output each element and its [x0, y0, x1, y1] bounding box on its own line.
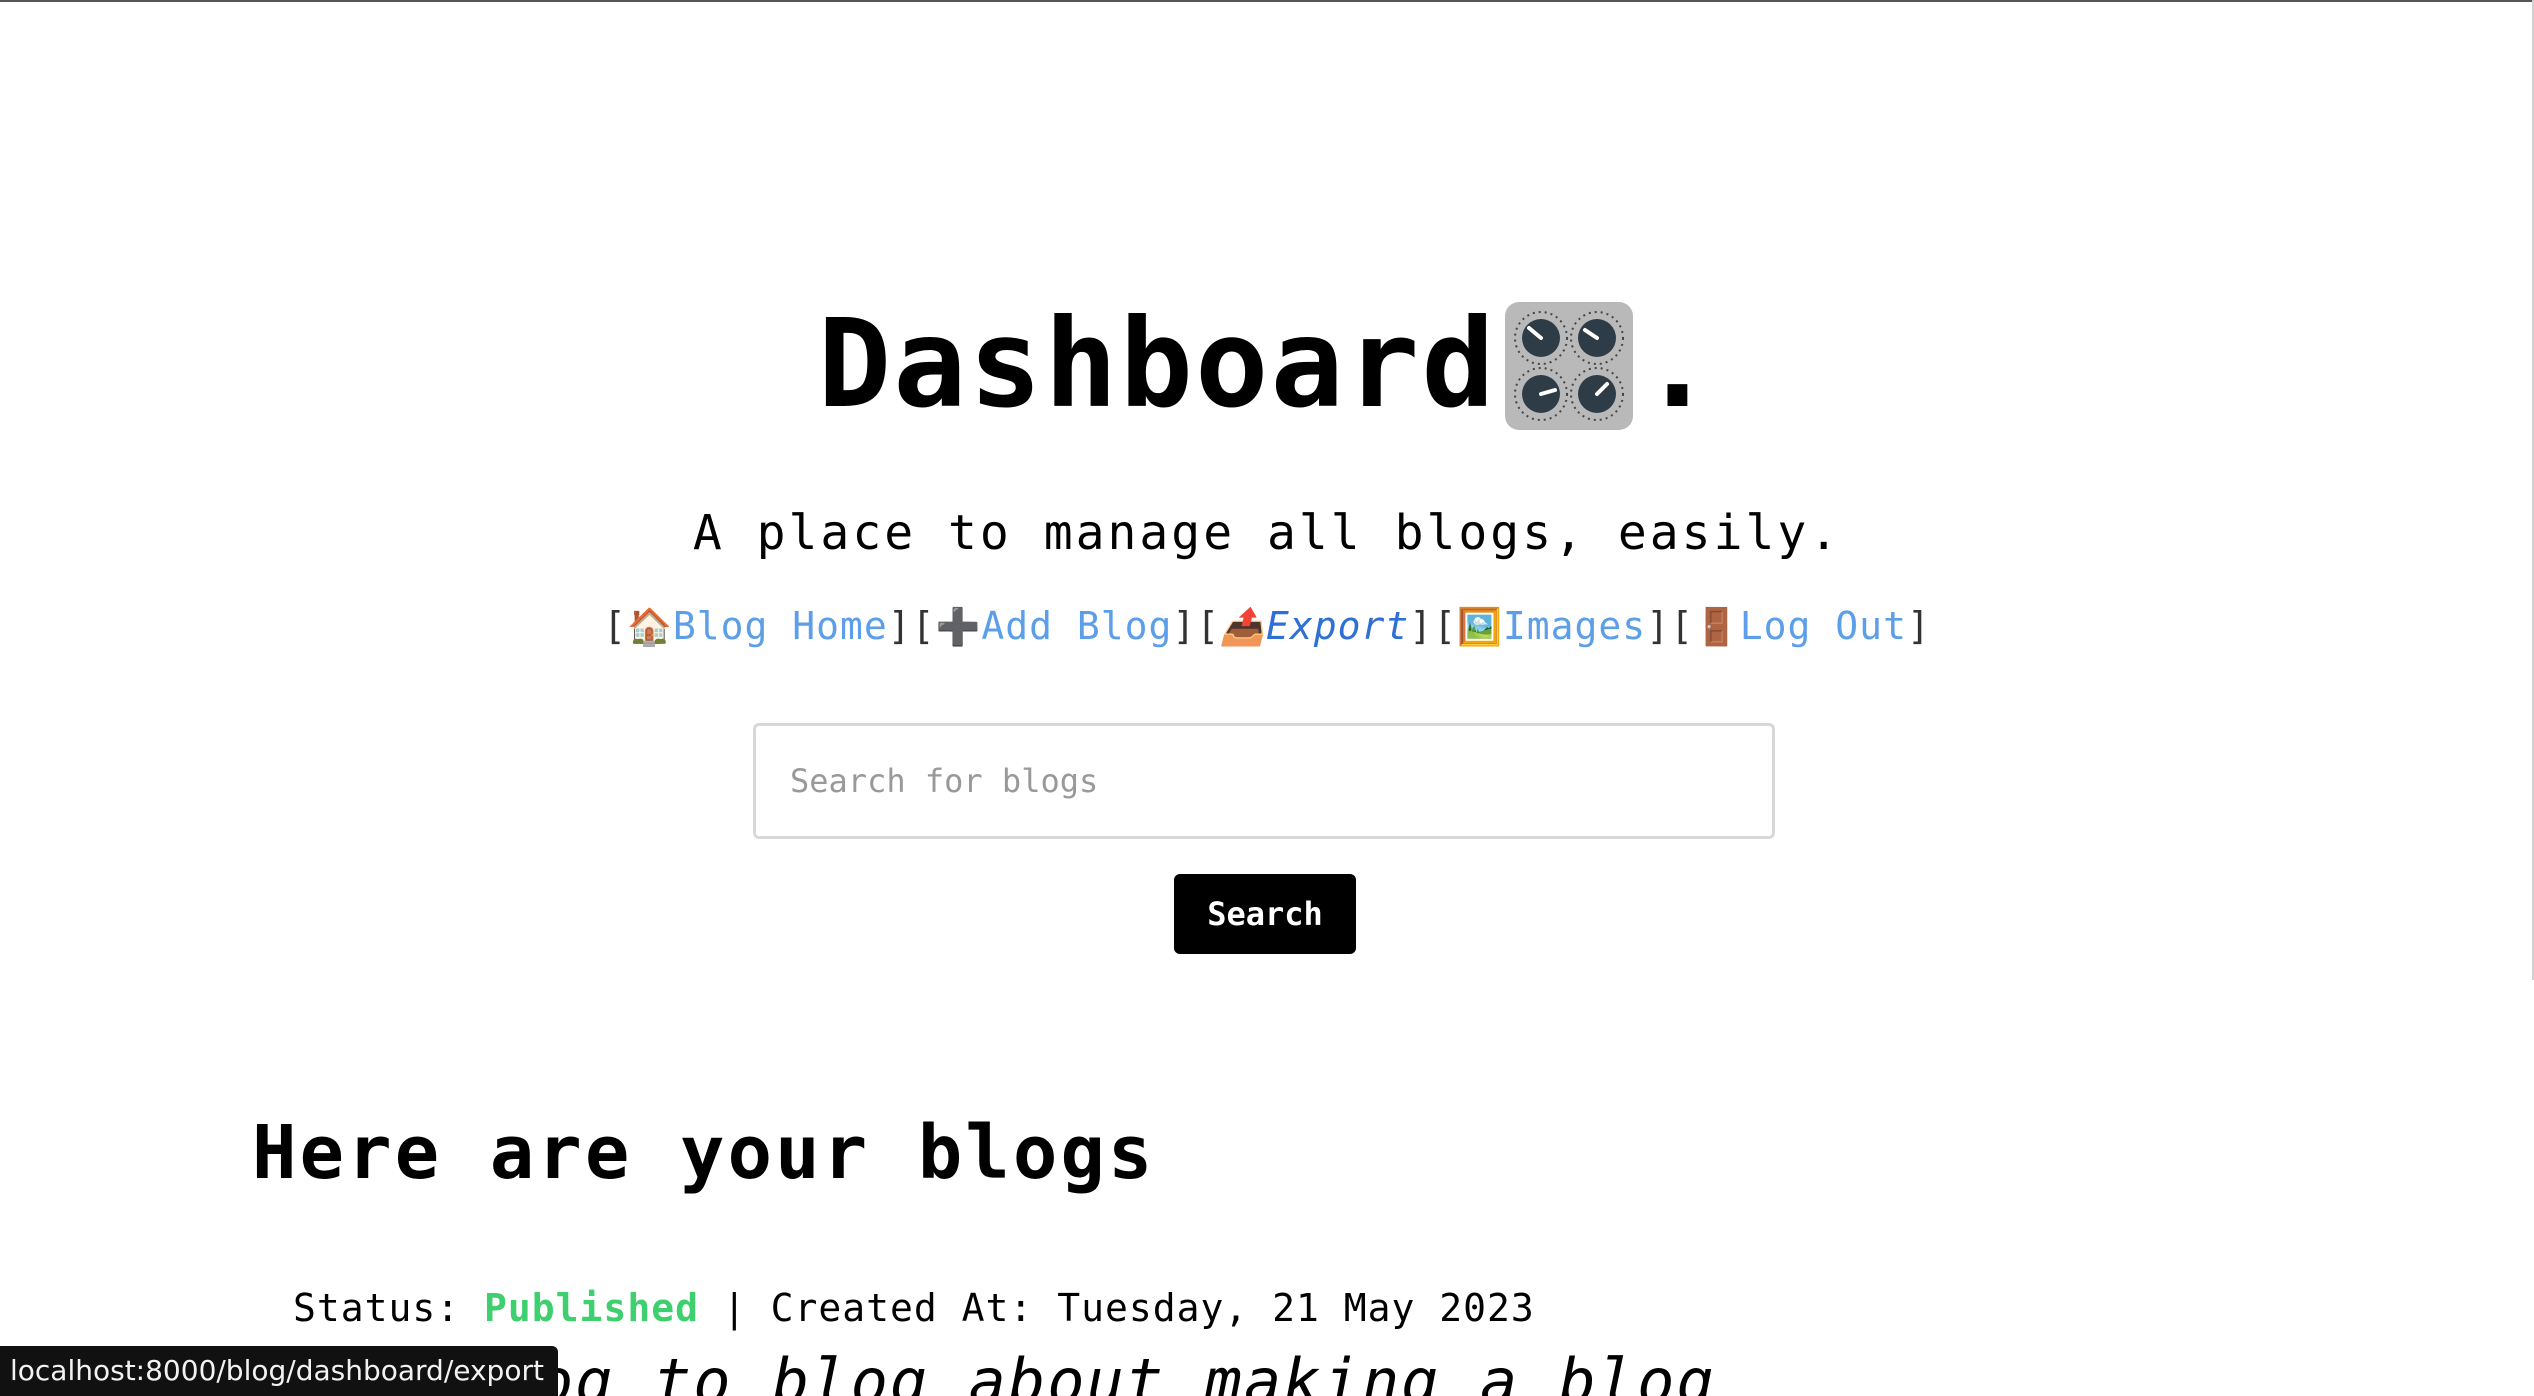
nav-link-blog-home[interactable]: 🏠Blog Home — [627, 604, 888, 648]
nav-link-label: Add Blog — [981, 604, 1173, 648]
door-icon: 🚪 — [1693, 607, 1740, 648]
nav-bracket: [ — [1670, 604, 1694, 648]
created-at-label: Created At: — [770, 1286, 1034, 1330]
top-divider — [0, 0, 2534, 2]
page-subtitle: A place to manage all blogs, easily. — [692, 505, 1842, 561]
nav-bracket: ] — [887, 604, 912, 648]
link-preview-statusbar: localhost:8000/blog/dashboard/export — [0, 1346, 558, 1396]
framed-picture-icon: 🖼️ — [1457, 607, 1503, 648]
page-title-suffix: . — [1640, 293, 1717, 435]
page-title-text: Dashboard — [817, 293, 1497, 435]
blogs-heading: Here are your blogs — [252, 1110, 1156, 1196]
nav-bracket: [ — [1196, 604, 1221, 648]
page-title: Dashboard . — [0, 300, 2534, 432]
nav-link-log-out[interactable]: 🚪Log Out — [1694, 604, 1907, 648]
search-input[interactable] — [753, 723, 1775, 839]
nav-link-label: Export — [1266, 604, 1410, 648]
nav-link-add-blog[interactable]: ➕Add Blog — [936, 604, 1173, 648]
nav-bracket: ] — [1409, 604, 1434, 648]
nav-link-label: Blog Home — [672, 604, 888, 648]
nav-bracket: [ — [1433, 604, 1458, 648]
status-label: Status: — [293, 1286, 461, 1330]
status-badge: Published — [484, 1286, 699, 1330]
blog-meta: Status: Published | Created At: Tuesday,… — [293, 1286, 1535, 1330]
dashboard-nav: [🏠Blog Home][➕Add Blog][📤Export][🖼️Image… — [0, 604, 2534, 648]
created-at-value: Tuesday, 21 May 2023 — [1057, 1286, 1535, 1330]
nav-bracket: ] — [1172, 604, 1197, 648]
nav-bracket: [ — [911, 604, 936, 648]
nav-bracket: ] — [1646, 604, 1671, 648]
plus-icon: ➕ — [935, 607, 982, 648]
meta-separator: | — [722, 1286, 747, 1330]
nav-link-images[interactable]: 🖼️Images — [1457, 604, 1646, 648]
search-button[interactable]: Search — [1174, 874, 1356, 954]
nav-bracket: ] — [1906, 604, 1931, 648]
outbox-tray-icon: 📤 — [1220, 607, 1267, 648]
dashboard-page: Dashboard . A place to manage all blogs,… — [0, 0, 2534, 1396]
nav-link-export[interactable]: 📤Export — [1220, 604, 1409, 648]
control-knobs-icon — [1504, 302, 1633, 430]
nav-link-label: Log Out — [1739, 604, 1907, 648]
nav-link-label: Images — [1502, 604, 1647, 648]
house-icon: 🏠 — [627, 607, 673, 648]
nav-bracket: [ — [603, 604, 628, 648]
